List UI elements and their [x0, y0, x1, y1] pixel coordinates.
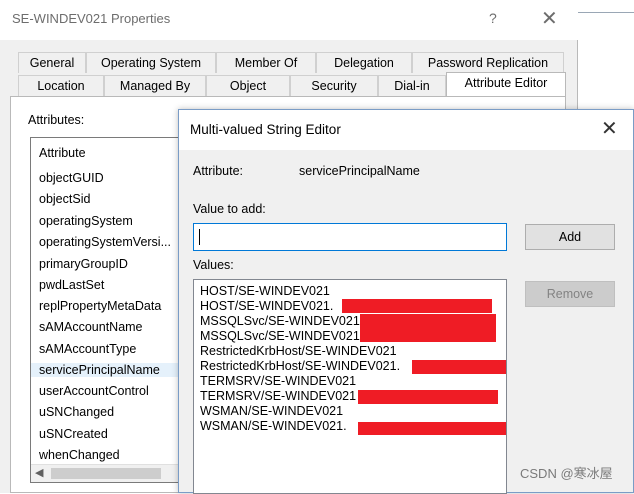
- list-item[interactable]: pwdLastSet: [39, 278, 104, 292]
- scroll-left-icon[interactable]: ◀: [35, 466, 43, 479]
- close-icon[interactable]: ✕: [541, 6, 558, 31]
- help-icon[interactable]: ?: [489, 10, 497, 26]
- redaction-mark: [412, 360, 506, 374]
- list-item[interactable]: sAMAccountType: [39, 342, 136, 356]
- list-item-selected[interactable]: servicePrincipalName: [31, 363, 179, 377]
- properties-title: SE-WINDEV021 Properties: [12, 11, 171, 26]
- list-item[interactable]: WSMAN/SE-WINDEV021.: [200, 419, 347, 433]
- list-item[interactable]: operatingSystem: [39, 214, 133, 228]
- list-item[interactable]: WSMAN/SE-WINDEV021: [200, 404, 343, 418]
- properties-title-bar: SE-WINDEV021 Properties ? ✕: [0, 0, 578, 40]
- scrollbar-thumb[interactable]: [51, 468, 161, 479]
- attribute-list[interactable]: Attribute objectGUID objectSid operating…: [30, 137, 180, 483]
- redaction-mark: [342, 299, 492, 313]
- redaction-mark: [358, 390, 498, 404]
- tab-operating-system[interactable]: Operating System: [86, 52, 216, 73]
- column-header-attribute[interactable]: Attribute: [39, 146, 86, 160]
- remove-button[interactable]: Remove: [525, 281, 615, 307]
- list-item[interactable]: TERMSRV/SE-WINDEV021: [200, 374, 356, 388]
- dialog-title-bar: Multi-valued String Editor ✕: [179, 110, 633, 150]
- tab-managed-by[interactable]: Managed By: [104, 75, 206, 96]
- list-item[interactable]: userAccountControl: [39, 384, 149, 398]
- redaction-mark: [360, 328, 496, 342]
- tab-delegation[interactable]: Delegation: [316, 52, 412, 73]
- tab-object[interactable]: Object: [206, 75, 290, 96]
- list-item[interactable]: whenChanged: [39, 448, 120, 462]
- list-item[interactable]: uSNCreated: [39, 427, 108, 441]
- attributes-label: Attributes:: [28, 113, 85, 127]
- list-item[interactable]: RestrictedKrbHost/SE-WINDEV021.: [200, 359, 400, 373]
- list-item[interactable]: sAMAccountName: [39, 320, 143, 334]
- horizontal-scrollbar[interactable]: ◀: [31, 464, 179, 482]
- tab-member-of[interactable]: Member Of: [216, 52, 316, 73]
- list-item[interactable]: HOST/SE-WINDEV021: [200, 284, 330, 298]
- attribute-value: servicePrincipalName: [299, 164, 420, 178]
- list-item[interactable]: RestrictedKrbHost/SE-WINDEV021: [200, 344, 397, 358]
- text-caret: [199, 229, 200, 245]
- redaction-mark: [358, 422, 506, 435]
- list-item[interactable]: MSSQLSvc/SE-WINDEV021: [200, 314, 360, 328]
- list-item[interactable]: objectGUID: [39, 171, 104, 185]
- list-item[interactable]: replPropertyMetaData: [39, 299, 161, 313]
- attribute-label: Attribute:: [193, 164, 244, 178]
- list-item[interactable]: HOST/SE-WINDEV021.: [200, 299, 333, 313]
- redaction-mark: [360, 314, 496, 328]
- tab-general[interactable]: General: [18, 52, 86, 73]
- close-icon[interactable]: ✕: [601, 116, 618, 141]
- tab-location[interactable]: Location: [18, 75, 104, 96]
- add-button[interactable]: Add: [525, 224, 615, 250]
- list-item[interactable]: MSSQLSvc/SE-WINDEV021: [200, 329, 360, 343]
- tab-attribute-editor[interactable]: Attribute Editor: [446, 72, 566, 96]
- tab-dial-in[interactable]: Dial-in: [378, 75, 446, 96]
- list-item[interactable]: primaryGroupID: [39, 257, 128, 271]
- background-divider: [578, 12, 634, 13]
- values-list[interactable]: HOST/SE-WINDEV021 HOST/SE-WINDEV021. MSS…: [193, 279, 507, 494]
- list-item[interactable]: TERMSRV/SE-WINDEV021: [200, 389, 356, 403]
- multi-valued-string-editor-dialog: Multi-valued String Editor ✕ Attribute: …: [178, 109, 634, 494]
- list-item[interactable]: objectSid: [39, 192, 90, 206]
- tab-security[interactable]: Security: [290, 75, 378, 96]
- dialog-title: Multi-valued String Editor: [190, 122, 341, 137]
- values-label: Values:: [193, 258, 234, 272]
- tab-password-replication[interactable]: Password Replication: [412, 52, 564, 73]
- value-to-add-input[interactable]: [193, 223, 507, 251]
- value-to-add-label: Value to add:: [193, 202, 266, 216]
- list-item[interactable]: operatingSystemVersi...: [39, 235, 171, 249]
- watermark: CSDN @寒冰屋: [520, 466, 613, 481]
- list-item[interactable]: uSNChanged: [39, 405, 114, 419]
